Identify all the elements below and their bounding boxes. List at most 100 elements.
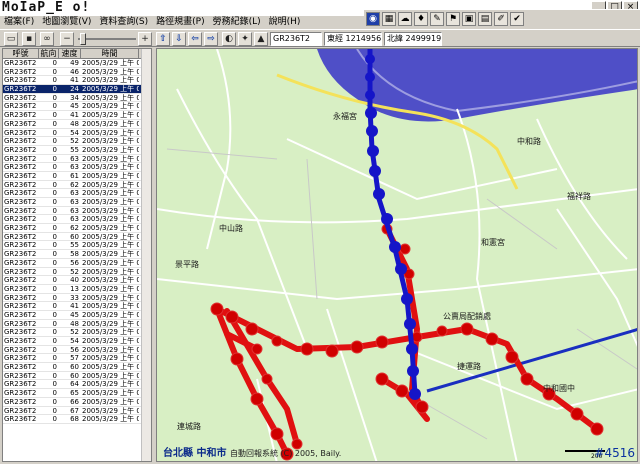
row-callsign: GR236T2: [4, 337, 37, 345]
menu-help[interactable]: 說明(H): [269, 16, 301, 29]
pencil-icon[interactable]: ✎: [430, 12, 444, 26]
pin-icon[interactable]: ♦: [414, 12, 428, 26]
pan-down-icon[interactable]: ⇩: [172, 32, 186, 46]
locate-vehicle-icon[interactable]: ◐: [222, 32, 236, 46]
table-row[interactable]: GR236T2 0 342005/3/29 上午 02:: [3, 94, 151, 103]
row-callsign: GR236T2: [4, 111, 37, 119]
row-heading: 0: [52, 276, 57, 284]
doc-icon[interactable]: ▤: [478, 12, 492, 26]
table-row[interactable]: GR236T2 0 332005/3/29 上午 02:: [3, 294, 151, 303]
menu-file[interactable]: 檔案(F): [4, 16, 34, 29]
table-row[interactable]: GR236T2 0 632005/3/29 上午 02:: [3, 198, 151, 207]
table-row[interactable]: GR236T2 0 462005/3/29 上午 02:: [3, 68, 151, 77]
row-callsign: GR236T2: [4, 119, 37, 128]
binoculars-icon[interactable]: ∞: [40, 32, 54, 46]
zoom-in-button[interactable]: +: [138, 32, 152, 46]
zoom-slider-track[interactable]: [78, 38, 136, 40]
table-row[interactable]: GR236T2 0 622005/3/29 上午 02:: [3, 181, 151, 190]
row-speed: 62: [70, 180, 79, 189]
table-row[interactable]: GR236T2 0 452005/3/29 上午 02:: [3, 311, 151, 320]
table-row[interactable]: GR236T2 0 132005/3/29 上午 02:: [3, 285, 151, 294]
pan-left-icon[interactable]: ⇦: [188, 32, 202, 46]
row-heading: 0: [52, 85, 57, 93]
map-view[interactable]: 永福宮 和憲宮 公賣局配銷處 中和國中 中山路 景平路 中和路 福祥路 捷運路 …: [156, 48, 638, 462]
table-row[interactable]: GR236T2 0 552005/3/29 上午 02:: [3, 146, 151, 155]
list-scrollbar[interactable]: [141, 49, 151, 461]
save-icon[interactable]: ▪: [22, 32, 36, 46]
pan-right-icon[interactable]: ⇨: [204, 32, 218, 46]
table-row[interactable]: GR236T2 0 552005/3/29 上午 02:: [3, 241, 151, 251]
table-row[interactable]: GR236T2 0 672005/3/29 上午 02:: [3, 407, 151, 416]
table-row[interactable]: GR236T2 0 632005/3/29 上午 02:: [3, 207, 151, 216]
table-row[interactable]: GR236T2 0 522005/3/29 上午 02:: [3, 268, 151, 277]
table-row[interactable]: GR236T2 0 522005/3/29 上午 02:: [3, 137, 151, 146]
row-speed: 33: [70, 293, 79, 302]
zoom-out-button[interactable]: −: [60, 32, 74, 46]
row-time: 2005/3/29 上午 02:: [82, 241, 139, 250]
zoom-slider-thumb[interactable]: [80, 33, 86, 45]
table-row[interactable]: GR236T2 0 482005/3/29 上午 02:: [3, 320, 151, 329]
row-heading: 0: [52, 102, 57, 111]
check-icon[interactable]: ✔: [510, 12, 524, 26]
image-icon[interactable]: ▣: [462, 12, 476, 26]
row-speed: 60: [70, 371, 79, 380]
open-folder-icon[interactable]: ▭: [4, 32, 18, 46]
table-row[interactable]: GR236T2 0 602005/3/29 上午 02:: [3, 363, 151, 372]
lock-icon[interactable]: ▲: [254, 32, 268, 46]
table-row[interactable]: GR236T2 0 632005/3/29 上午 02:: [3, 163, 151, 172]
table-row[interactable]: GR236T2 0 632005/3/29 上午 02:: [3, 189, 151, 198]
table-row[interactable]: GR236T2 0 602005/3/29 上午 02:: [3, 233, 151, 242]
table-row[interactable]: GR236T2 0 482005/3/29 上午 02:: [3, 120, 151, 129]
col-callsign[interactable]: 呼號: [3, 49, 39, 58]
record-list[interactable]: 呼號 航向 速度 時間 GR236T20492005/3/29 上午 02:GR…: [2, 48, 152, 462]
row-speed: 64: [70, 380, 79, 389]
table-row[interactable]: GR236T2 0 402005/3/29 上午 02:: [3, 276, 151, 285]
row-speed: 55: [70, 145, 79, 154]
table-row[interactable]: GR236T2 0 582005/3/29 上午 02:: [3, 250, 151, 259]
row-heading: 0: [52, 310, 57, 319]
row-time: 2005/3/29 上午 02:: [82, 76, 139, 85]
globe-icon[interactable]: ◉: [366, 12, 380, 26]
table-row[interactable]: GR236T2 0 682005/3/29 上午 02:: [3, 415, 151, 424]
table-row[interactable]: GR236T2 0 612005/3/29 上午 02:: [3, 172, 151, 181]
table-row[interactable]: GR236T2 0 562005/3/29 上午 02:: [3, 259, 151, 268]
menu-service-log[interactable]: 勞務紀錄(L): [213, 16, 261, 29]
cloud-icon[interactable]: ☁: [398, 12, 412, 26]
table-row[interactable]: GR236T2 0 412005/3/29 上午 02:: [3, 302, 151, 311]
table-row[interactable]: GR236T2 0 652005/3/29 上午 02:: [3, 389, 151, 398]
layer-icon[interactable]: ▦: [382, 12, 396, 26]
table-row[interactable]: GR236T2 0 572005/3/29 上午 02:: [3, 354, 151, 364]
row-heading: 0: [52, 397, 57, 406]
table-row[interactable]: GR236T2 0 542005/3/29 上午 02:: [3, 129, 151, 138]
pan-up-icon[interactable]: ⇧: [156, 32, 170, 46]
col-speed[interactable]: 速度: [59, 49, 81, 58]
table-row[interactable]: GR236T2 0 632005/3/29 上午 02:: [3, 155, 151, 164]
row-time: 2005/3/29 上午 02:: [82, 224, 139, 232]
flag-icon[interactable]: ⚑: [446, 12, 460, 26]
table-row[interactable]: GR236T2 0 632005/3/29 上午 02:: [3, 215, 151, 225]
row-time: 2005/3/29 上午 02:: [82, 250, 139, 258]
table-row[interactable]: GR236T2 0 412005/3/29 上午 02:: [3, 76, 151, 86]
menu-route-plan[interactable]: 路徑規畫(P): [156, 16, 204, 29]
table-row[interactable]: GR236T2 0 602005/3/29 上午 02:: [3, 372, 151, 381]
row-speed: 63: [70, 215, 79, 224]
row-callsign: GR236T2: [4, 284, 37, 293]
table-row[interactable]: GR236T2 0 622005/3/29 上午 02:: [3, 224, 151, 233]
table-row[interactable]: GR236T2 0 242005/3/29 上午 02:: [3, 85, 151, 94]
col-heading[interactable]: 航向: [39, 49, 59, 58]
table-row[interactable]: GR236T2 0 412005/3/29 上午 02:: [3, 111, 151, 120]
row-time: 2005/3/29 上午 02:: [82, 415, 139, 423]
table-row[interactable]: GR236T2 0 452005/3/29 上午 02:: [3, 102, 151, 112]
table-row[interactable]: GR236T2 0 492005/3/29 上午 02:: [3, 59, 151, 68]
measure-icon[interactable]: ✦: [238, 32, 252, 46]
row-speed: 13: [70, 284, 79, 293]
menu-map-browse[interactable]: 地圖瀏覽(V): [42, 16, 91, 29]
paint-icon[interactable]: ✐: [494, 12, 508, 26]
col-time[interactable]: 時間: [81, 49, 139, 58]
menu-data-query[interactable]: 資料查詢(S): [99, 16, 148, 29]
table-row[interactable]: GR236T2 0 662005/3/29 上午 02:: [3, 398, 151, 407]
table-row[interactable]: GR236T2 0 522005/3/29 上午 02:: [3, 328, 151, 337]
table-row[interactable]: GR236T2 0 562005/3/29 上午 02:: [3, 346, 151, 355]
table-row[interactable]: GR236T2 0 542005/3/29 上午 02:: [3, 337, 151, 346]
table-row[interactable]: GR236T2 0 642005/3/29 上午 02:: [3, 380, 151, 390]
